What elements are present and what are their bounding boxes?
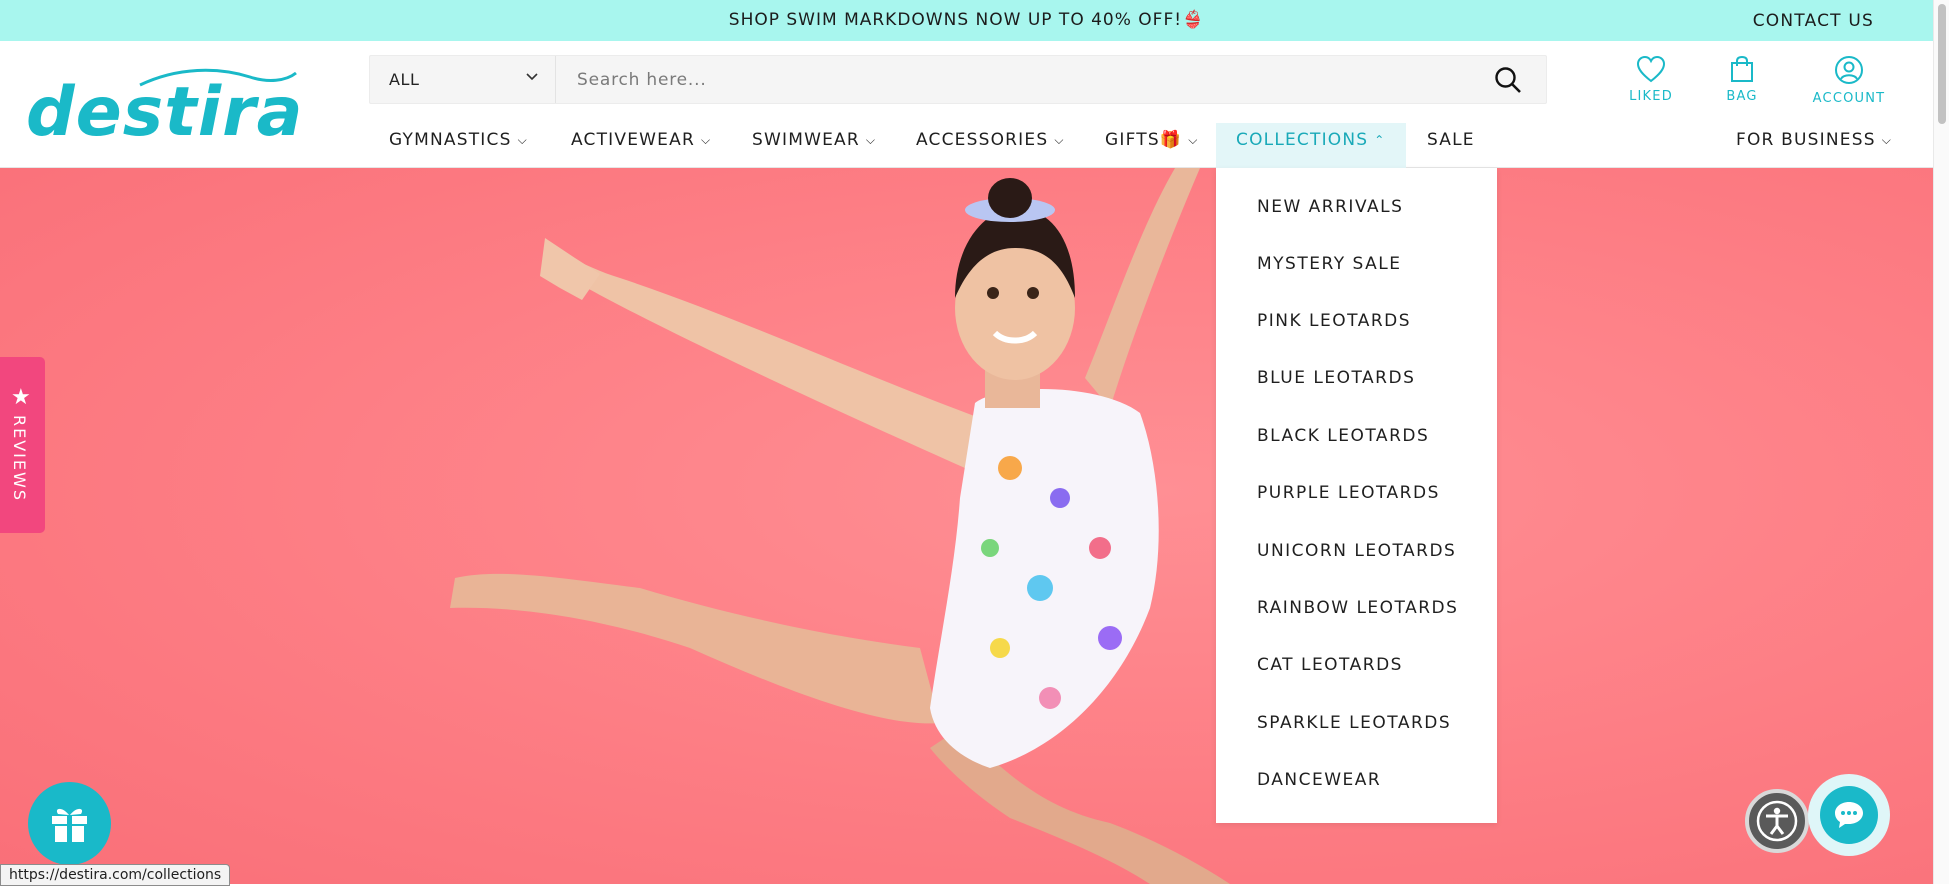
- site-header: destira ® ALL LIKED BAG ACCOUNT GYMNASTI…: [0, 41, 1933, 168]
- heart-icon: [1636, 55, 1666, 83]
- nav-item-accessories[interactable]: ACCESSORIES ⌵: [916, 123, 1065, 168]
- menu-item-black-leotards[interactable]: BLACK LEOTARDS: [1257, 426, 1429, 446]
- nav-item-collections[interactable]: COLLECTIONS ⌃: [1216, 123, 1406, 168]
- reviews-tab[interactable]: ★ REVIEWS: [0, 357, 45, 533]
- nav-item-swimwear[interactable]: SWIMWEAR ⌵: [752, 123, 876, 168]
- gymnast-hero-image: [450, 168, 1230, 884]
- logo-wordmark: destira: [26, 73, 304, 152]
- menu-item-sparkle-leotards[interactable]: SPARKLE LEOTARDS: [1257, 713, 1451, 733]
- menu-item-dancewear[interactable]: DANCEWEAR: [1257, 770, 1381, 790]
- chevron-down-icon: [525, 69, 539, 87]
- account-label: ACCOUNT: [1812, 91, 1886, 106]
- nav-label: FOR BUSINESS: [1736, 130, 1876, 150]
- star-icon: ★: [11, 385, 31, 410]
- status-bar-url: https://destira.com/collections: [0, 864, 231, 886]
- chevron-down-icon: ⌵: [1881, 133, 1893, 147]
- bag-icon: [1731, 55, 1753, 82]
- search-input[interactable]: [557, 56, 1457, 103]
- accessibility-button[interactable]: [1745, 789, 1809, 853]
- liked-label: LIKED: [1629, 89, 1673, 104]
- logo-registered-mark: ®: [283, 117, 294, 130]
- nav-item-gifts[interactable]: GIFTS🎁 ⌵: [1105, 123, 1199, 168]
- bag-label: BAG: [1726, 89, 1758, 104]
- rewards-gift-button[interactable]: [28, 782, 111, 865]
- nav-item-for-business[interactable]: FOR BUSINESS ⌵: [1736, 123, 1892, 168]
- announcement-text[interactable]: SHOP SWIM MARKDOWNS NOW UP TO 40% OFF!👙: [0, 10, 1933, 30]
- announcement-bar: SHOP SWIM MARKDOWNS NOW UP TO 40% OFF!👙 …: [0, 0, 1933, 41]
- contact-us-link[interactable]: CONTACT US: [1753, 11, 1874, 31]
- bag-button[interactable]: BAG: [1720, 55, 1764, 104]
- chat-bubble-icon: [1835, 802, 1863, 828]
- account-icon: [1835, 56, 1863, 84]
- chevron-up-icon: ⌃: [1374, 133, 1386, 147]
- nav-label: ACCESSORIES: [916, 130, 1049, 150]
- account-button[interactable]: ACCOUNT: [1808, 55, 1890, 106]
- hero-banner[interactable]: [0, 168, 1933, 884]
- page-scrollbar[interactable]: [1933, 0, 1949, 884]
- search-bar: ALL: [369, 55, 1547, 104]
- gift-icon: [52, 808, 87, 842]
- menu-item-rainbow-leotards[interactable]: RAINBOW LEOTARDS: [1257, 598, 1458, 618]
- destira-logo[interactable]: destira ®: [26, 65, 303, 155]
- nav-item-gymnastics[interactable]: GYMNASTICS ⌵: [389, 123, 528, 168]
- menu-item-pink-leotards[interactable]: PINK LEOTARDS: [1257, 311, 1411, 331]
- menu-item-blue-leotards[interactable]: BLUE LEOTARDS: [1257, 368, 1415, 388]
- chat-button-inner: [1820, 786, 1878, 844]
- nav-item-sale[interactable]: SALE: [1427, 123, 1475, 168]
- scrollbar-thumb[interactable]: [1938, 4, 1946, 124]
- chevron-down-icon: ⌵: [865, 133, 877, 147]
- chat-button[interactable]: [1808, 774, 1890, 856]
- menu-item-unicorn-leotards[interactable]: UNICORN LEOTARDS: [1257, 541, 1456, 561]
- chevron-down-icon: ⌵: [1054, 133, 1065, 147]
- collections-dropdown-menu: NEW ARRIVALS MYSTERY SALE PINK LEOTARDS …: [1216, 168, 1497, 823]
- accessibility-icon: [1756, 800, 1798, 842]
- liked-button[interactable]: LIKED: [1626, 55, 1676, 104]
- nav-label: COLLECTIONS: [1236, 130, 1369, 150]
- menu-item-mystery-sale[interactable]: MYSTERY SALE: [1257, 254, 1401, 274]
- nav-label: GYMNASTICS: [389, 130, 512, 150]
- search-category-select[interactable]: ALL: [370, 56, 556, 103]
- search-icon[interactable]: [1494, 66, 1522, 94]
- nav-label: ACTIVEWEAR: [571, 130, 695, 150]
- menu-item-cat-leotards[interactable]: CAT LEOTARDS: [1257, 655, 1403, 675]
- nav-item-activewear[interactable]: ACTIVEWEAR ⌵: [571, 123, 711, 168]
- menu-item-new-arrivals[interactable]: NEW ARRIVALS: [1257, 197, 1403, 217]
- reviews-label: REVIEWS: [10, 415, 29, 502]
- nav-label: SWIMWEAR: [752, 130, 860, 150]
- nav-label: GIFTS🎁: [1105, 130, 1183, 150]
- chevron-down-icon: ⌵: [1188, 133, 1199, 147]
- nav-label: SALE: [1427, 130, 1475, 150]
- menu-item-purple-leotards[interactable]: PURPLE LEOTARDS: [1257, 483, 1440, 503]
- chevron-down-icon: ⌵: [517, 133, 528, 147]
- search-category-value: ALL: [389, 70, 420, 89]
- chevron-down-icon: ⌵: [700, 133, 712, 147]
